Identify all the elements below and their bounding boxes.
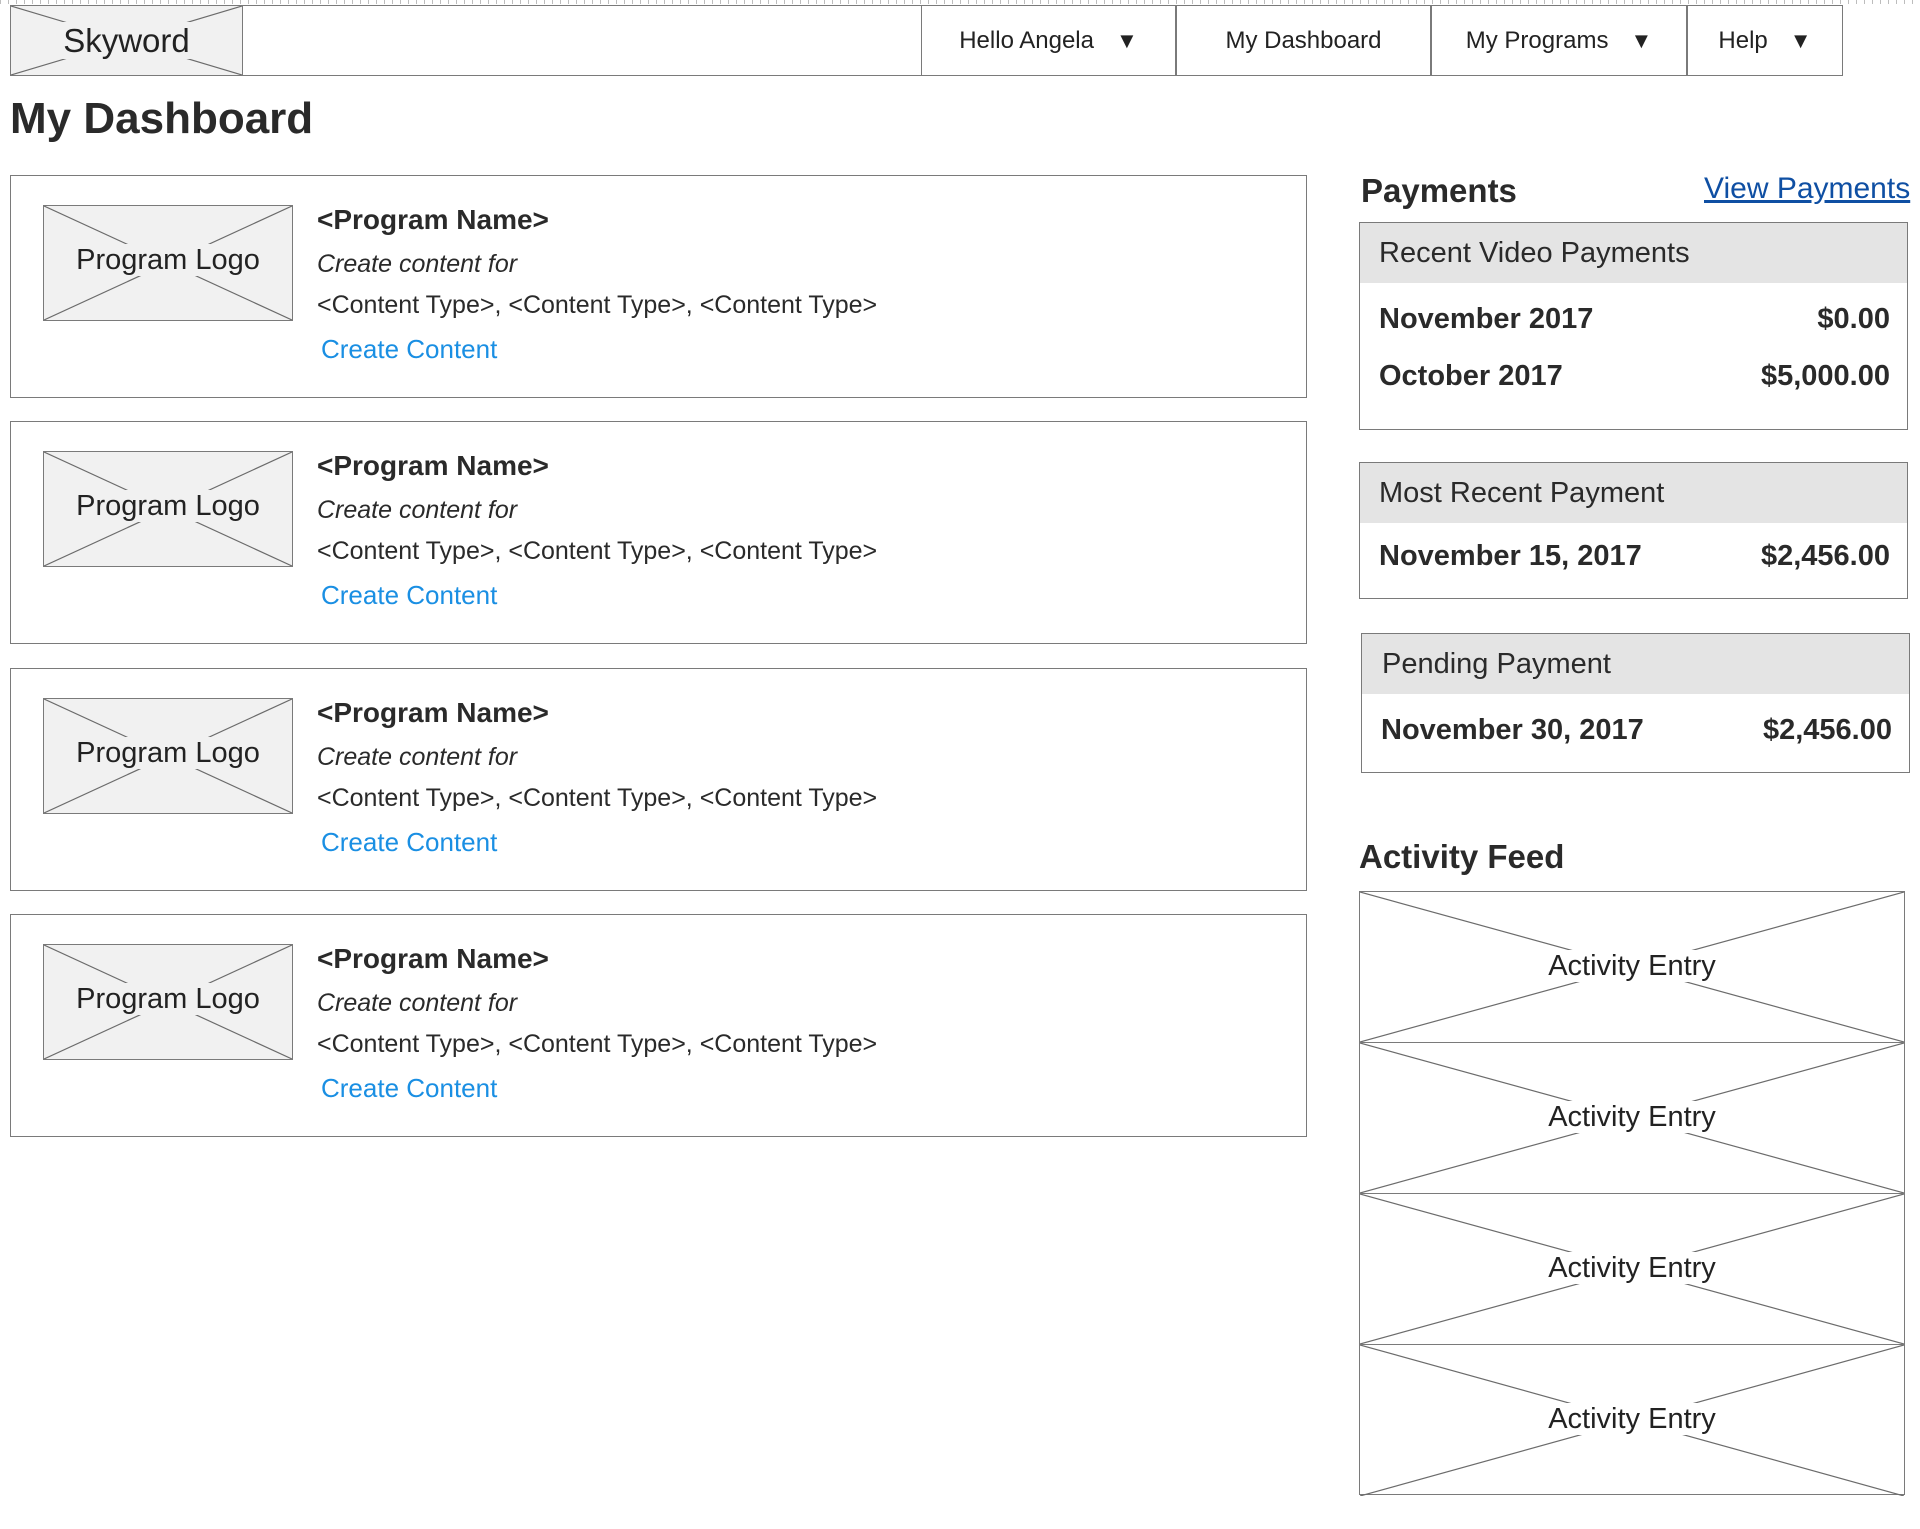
top-ruler [0, 0, 1920, 4]
activity-entry[interactable]: Activity Entry [1360, 892, 1904, 1043]
program-logo: Program Logo [43, 205, 293, 321]
payment-row: November 15, 2017 $2,456.00 [1379, 540, 1890, 573]
program-card: Program Logo <Program Name> Create conte… [10, 421, 1307, 644]
view-payments-link[interactable]: View Payments [1704, 172, 1910, 206]
activity-feed: Activity Entry Activity Entry Activity E… [1359, 891, 1905, 1496]
activity-entry[interactable]: Activity Entry [1360, 1043, 1904, 1194]
program-logo-label: Program Logo [72, 244, 264, 276]
payment-row: October 2017 $5,000.00 [1379, 360, 1890, 393]
payment-amount: $0.00 [1817, 303, 1890, 335]
payment-row: November 30, 2017 $2,456.00 [1381, 714, 1892, 747]
program-name: <Program Name> [317, 697, 549, 728]
program-logo-label: Program Logo [72, 737, 264, 769]
program-subtitle: Create content for [317, 743, 518, 771]
nav-my-programs[interactable]: My Programs ▼ [1431, 5, 1687, 76]
program-logo: Program Logo [43, 451, 293, 567]
activity-entry-label: Activity Entry [1540, 1101, 1724, 1133]
program-content-types: <Content Type>, <Content Type>, <Content… [317, 537, 878, 565]
caret-down-icon: ▼ [1789, 27, 1812, 53]
payment-amount: $2,456.00 [1762, 714, 1892, 746]
panel-header: Most Recent Payment [1360, 463, 1907, 523]
nav-label: My Programs [1465, 26, 1609, 54]
payment-period: November 2017 [1379, 303, 1594, 335]
panel-header: Pending Payment [1362, 634, 1909, 694]
program-name: <Program Name> [317, 204, 549, 235]
payments-heading: Payments [1361, 172, 1517, 209]
recent-video-payments-panel: Recent Video Payments November 2017 $0.0… [1359, 222, 1908, 430]
activity-entry-label: Activity Entry [1540, 950, 1724, 982]
nav-my-dashboard[interactable]: My Dashboard [1176, 5, 1431, 76]
payment-date: November 15, 2017 [1379, 540, 1642, 572]
program-logo: Program Logo [43, 944, 293, 1060]
caret-down-icon: ▼ [1630, 27, 1653, 53]
most-recent-payment-panel: Most Recent Payment November 15, 2017 $2… [1359, 462, 1908, 599]
activity-entry[interactable]: Activity Entry [1360, 1194, 1904, 1345]
nav-label: Help [1718, 26, 1768, 54]
nav-label: Hello Angela [959, 26, 1094, 54]
program-subtitle: Create content for [317, 496, 518, 524]
program-card: Program Logo <Program Name> Create conte… [10, 668, 1307, 891]
program-logo-label: Program Logo [72, 983, 264, 1015]
nav-hello-angela[interactable]: Hello Angela ▼ [921, 5, 1176, 76]
program-content-types: <Content Type>, <Content Type>, <Content… [317, 1030, 878, 1058]
program-subtitle: Create content for [317, 250, 518, 278]
logo-text: Skyword [57, 22, 196, 59]
pending-payment-panel: Pending Payment November 30, 2017 $2,456… [1361, 633, 1910, 773]
program-card: Program Logo <Program Name> Create conte… [10, 914, 1307, 1137]
create-content-link[interactable]: Create Content [321, 1073, 497, 1104]
program-content-types: <Content Type>, <Content Type>, <Content… [317, 784, 878, 812]
payment-row: November 2017 $0.00 [1379, 303, 1890, 336]
activity-feed-heading: Activity Feed [1359, 838, 1565, 875]
page-title: My Dashboard [10, 94, 314, 143]
create-content-link[interactable]: Create Content [321, 580, 497, 611]
skyword-logo[interactable]: Skyword [10, 5, 243, 76]
payment-amount: $5,000.00 [1760, 360, 1890, 392]
program-logo-label: Program Logo [72, 490, 264, 522]
create-content-link[interactable]: Create Content [321, 334, 497, 365]
program-card: Program Logo <Program Name> Create conte… [10, 175, 1307, 398]
nav-label: My Dashboard [1225, 26, 1382, 54]
program-name: <Program Name> [317, 450, 549, 481]
program-subtitle: Create content for [317, 989, 518, 1017]
payment-amount: $2,456.00 [1760, 540, 1890, 572]
activity-entry-label: Activity Entry [1540, 1403, 1724, 1435]
program-logo: Program Logo [43, 698, 293, 814]
create-content-link[interactable]: Create Content [321, 827, 497, 858]
panel-header: Recent Video Payments [1360, 223, 1907, 283]
program-name: <Program Name> [317, 943, 549, 974]
payment-period: October 2017 [1379, 360, 1563, 392]
caret-down-icon: ▼ [1115, 27, 1138, 53]
program-content-types: <Content Type>, <Content Type>, <Content… [317, 291, 878, 319]
activity-entry[interactable]: Activity Entry [1360, 1345, 1904, 1496]
nav-help[interactable]: Help ▼ [1687, 5, 1843, 76]
activity-entry-label: Activity Entry [1540, 1252, 1724, 1284]
payment-date: November 30, 2017 [1381, 714, 1644, 746]
